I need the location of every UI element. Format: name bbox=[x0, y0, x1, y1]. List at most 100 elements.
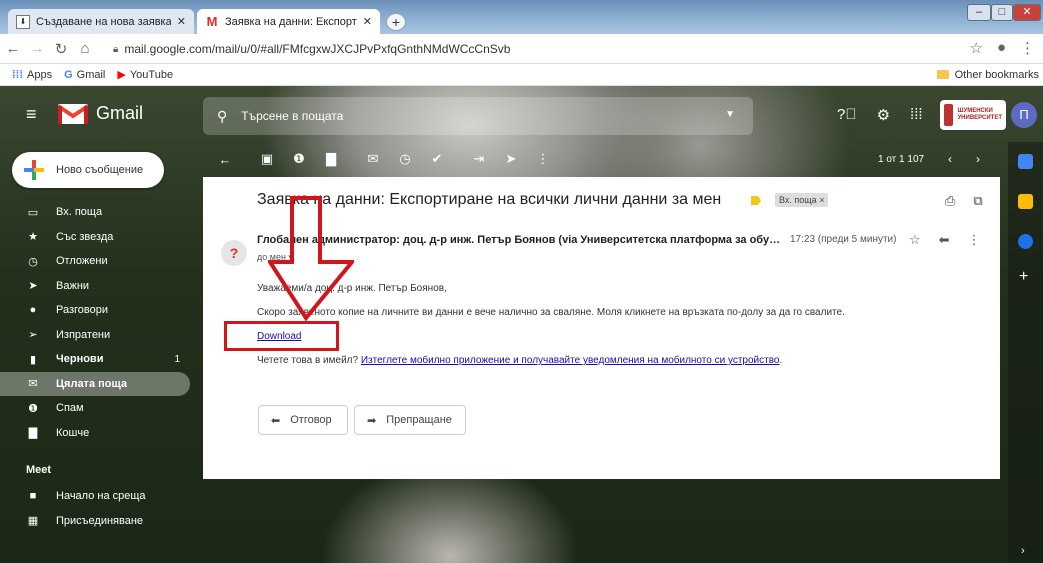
back-arrow-icon[interactable]: ← bbox=[217, 152, 233, 167]
other-bookmarks[interactable]: Other bookmarks bbox=[936, 68, 1039, 81]
sidebar-item-inbox[interactable]: ▭ Вх. поща bbox=[0, 200, 190, 225]
bookmark-gmail[interactable]: G Gmail bbox=[64, 69, 105, 81]
gmail-header: ≡ Gmail ⚲ Търсене в пощата ▼ ?⃝ ⚙ ⁞⁞⁞ ШУ… bbox=[0, 86, 1043, 142]
add-addon-icon[interactable]: + bbox=[1019, 268, 1028, 286]
add-task-icon[interactable]: ✔ bbox=[429, 151, 445, 167]
message-time: 17:23 (преди 5 минути) bbox=[790, 234, 897, 245]
reply-icon[interactable]: ⬅ bbox=[939, 232, 950, 248]
snooze-icon[interactable]: ◷ bbox=[397, 151, 413, 167]
prev-page-icon[interactable]: ‹ bbox=[948, 152, 952, 166]
label-icon[interactable]: ➤ bbox=[503, 151, 519, 167]
calendar-icon[interactable] bbox=[1018, 154, 1033, 169]
expand-panel-icon[interactable]: › bbox=[1021, 545, 1025, 557]
tab-title: Създаване на нова заявка за д bbox=[36, 15, 171, 28]
trash-icon: ▇ bbox=[28, 427, 38, 440]
gmail-logo[interactable]: Gmail bbox=[58, 102, 143, 124]
sidebar-item-snoozed[interactable]: ◷ Отложени bbox=[0, 249, 190, 274]
mark-unread-icon[interactable]: ✉ bbox=[365, 151, 381, 167]
reply-button[interactable]: ⬅ Отговор bbox=[258, 405, 348, 435]
sidebar-item-new-meeting[interactable]: ■ Начало на среща bbox=[0, 484, 190, 509]
sidebar-item-trash[interactable]: ▇ Кошче bbox=[0, 421, 190, 446]
sidebar-item-spam[interactable]: ❶ Спам bbox=[0, 396, 190, 421]
tab-close-icon[interactable]: ✕ bbox=[177, 15, 186, 28]
profile-icon[interactable]: ● bbox=[997, 39, 1006, 57]
sidebar-item-label: Чернови bbox=[56, 353, 104, 366]
sidebar-item-label: Цялата поща bbox=[56, 377, 128, 390]
home-icon[interactable]: ⌂ bbox=[74, 40, 96, 57]
chat-icon: ● bbox=[29, 304, 37, 317]
back-arrow-icon[interactable]: ← bbox=[2, 40, 24, 57]
sidebar-item-label: Изпратени bbox=[56, 328, 111, 341]
delete-icon[interactable]: ▇ bbox=[323, 151, 339, 167]
star-icon[interactable]: ☆ bbox=[909, 232, 921, 248]
archive-icon[interactable]: ▣ bbox=[259, 151, 275, 167]
new-tab-button[interactable]: + bbox=[386, 13, 406, 31]
sidebar-nav: ▭ Вх. поща ★ Със звезда ◷ Отложени ➤ Важ… bbox=[0, 200, 190, 445]
tab-close-icon[interactable]: ✕ bbox=[363, 15, 372, 28]
meet-heading: Meet bbox=[26, 464, 52, 476]
bookmark-star-icon[interactable]: ☆ bbox=[969, 39, 982, 57]
search-input[interactable]: ⚲ Търсене в пощата ▼ bbox=[203, 97, 753, 135]
inbox-label-chip[interactable]: Вх. поща × bbox=[775, 193, 829, 207]
next-page-icon[interactable]: › bbox=[976, 152, 980, 166]
print-icon[interactable]: ⎙ bbox=[945, 193, 955, 209]
plus-icon bbox=[24, 160, 44, 180]
help-icon[interactable]: ?⃝ bbox=[837, 106, 857, 124]
more-options-icon[interactable]: ⋮ bbox=[968, 232, 981, 248]
reload-icon[interactable]: ↻ bbox=[50, 40, 72, 58]
minimize-button[interactable]: – bbox=[967, 4, 991, 21]
sidebar-item-chats[interactable]: ● Разговори bbox=[0, 298, 190, 323]
sidebar-item-join-meeting[interactable]: ▦ Присъединяване bbox=[0, 509, 190, 534]
bookmark-youtube[interactable]: ▶ YouTube bbox=[117, 68, 173, 82]
note-suffix: . bbox=[779, 355, 783, 366]
url-field[interactable]: 🔒︎ mail.google.com/mail/u/0/#all/FMfcgxw… bbox=[113, 39, 963, 59]
message-toolbar: ← ▣ ❶ ▇ ✉ ◷ ✔ ⇥ ➤ ⋮ 1 от 1 107 ‹ › bbox=[203, 148, 1000, 170]
apps-grid-icon: ⁞⁞⁞ bbox=[12, 68, 23, 81]
sidebar-item-all-mail[interactable]: ✉ Цялата поща bbox=[0, 371, 190, 396]
search-icon[interactable]: ⚲ bbox=[217, 108, 227, 125]
sidebar-item-label: Отложени bbox=[56, 255, 108, 268]
youtube-icon: ▶ bbox=[117, 69, 126, 81]
bookmark-apps[interactable]: ⁞⁞⁞ Apps bbox=[12, 69, 52, 81]
avatar[interactable]: П bbox=[1011, 102, 1037, 128]
important-marker-icon[interactable] bbox=[751, 196, 761, 205]
star-icon: ★ bbox=[28, 231, 38, 244]
settings-gear-icon[interactable]: ⚙ bbox=[877, 106, 890, 124]
organization-logo[interactable]: ШУМЕНСКИ УНИВЕРСИТЕТ bbox=[940, 100, 1006, 130]
forward-arrow-icon[interactable]: → bbox=[26, 40, 48, 57]
highlight-box bbox=[224, 321, 339, 351]
search-options-icon[interactable]: ▼ bbox=[725, 109, 735, 120]
main-menu-icon[interactable]: ≡ bbox=[26, 105, 37, 123]
move-to-icon[interactable]: ⇥ bbox=[471, 151, 487, 167]
keep-icon[interactable] bbox=[1018, 194, 1033, 209]
compose-button[interactable]: Ново съобщение bbox=[12, 152, 164, 188]
open-new-window-icon[interactable]: ⧉ bbox=[973, 193, 982, 209]
forward-button[interactable]: ➡ Препращане bbox=[354, 405, 466, 435]
lock-icon: 🔒︎ bbox=[113, 43, 119, 55]
close-window-button[interactable]: ✕ bbox=[1013, 4, 1041, 21]
more-icon[interactable]: ⋮ bbox=[535, 151, 551, 167]
spam-icon: ❶ bbox=[28, 402, 38, 415]
maximize-button[interactable]: □ bbox=[991, 4, 1013, 21]
sidebar-item-important[interactable]: ➤ Важни bbox=[0, 274, 190, 299]
browser-tab-create-request[interactable]: ⬇ Създаване на нова заявка за д ✕ bbox=[8, 9, 194, 34]
google-icon: G bbox=[64, 68, 73, 81]
browser-tab-data-request[interactable]: M Заявка на данни: Експортиране ✕ bbox=[197, 9, 380, 34]
sidebar-item-starred[interactable]: ★ Със звезда bbox=[0, 225, 190, 250]
send-icon: ➢ bbox=[28, 329, 38, 342]
important-icon: ➤ bbox=[28, 280, 38, 293]
tasks-icon[interactable] bbox=[1018, 234, 1033, 249]
compose-label: Ново съобщение bbox=[56, 164, 144, 176]
other-bookmarks-label: Other bookmarks bbox=[954, 68, 1039, 81]
mobile-app-link[interactable]: Изтеглете мобилно приложение и получавай… bbox=[361, 355, 780, 366]
report-spam-icon[interactable]: ❶ bbox=[291, 151, 307, 167]
gmail-icon: M bbox=[206, 14, 218, 29]
sender-avatar: ? bbox=[221, 240, 247, 266]
sidebar-item-label: Спам bbox=[56, 402, 84, 415]
apps-grid-icon[interactable]: ⁞⁞⁞ bbox=[910, 106, 923, 124]
app-name: Gmail bbox=[96, 102, 144, 123]
sidebar-item-drafts[interactable]: ▮ Чернови 1 bbox=[0, 347, 190, 372]
menu-kebab-icon[interactable]: ⋮ bbox=[1020, 39, 1035, 57]
sidebar-item-sent[interactable]: ➢ Изпратени bbox=[0, 323, 190, 348]
crest-icon bbox=[944, 104, 954, 126]
